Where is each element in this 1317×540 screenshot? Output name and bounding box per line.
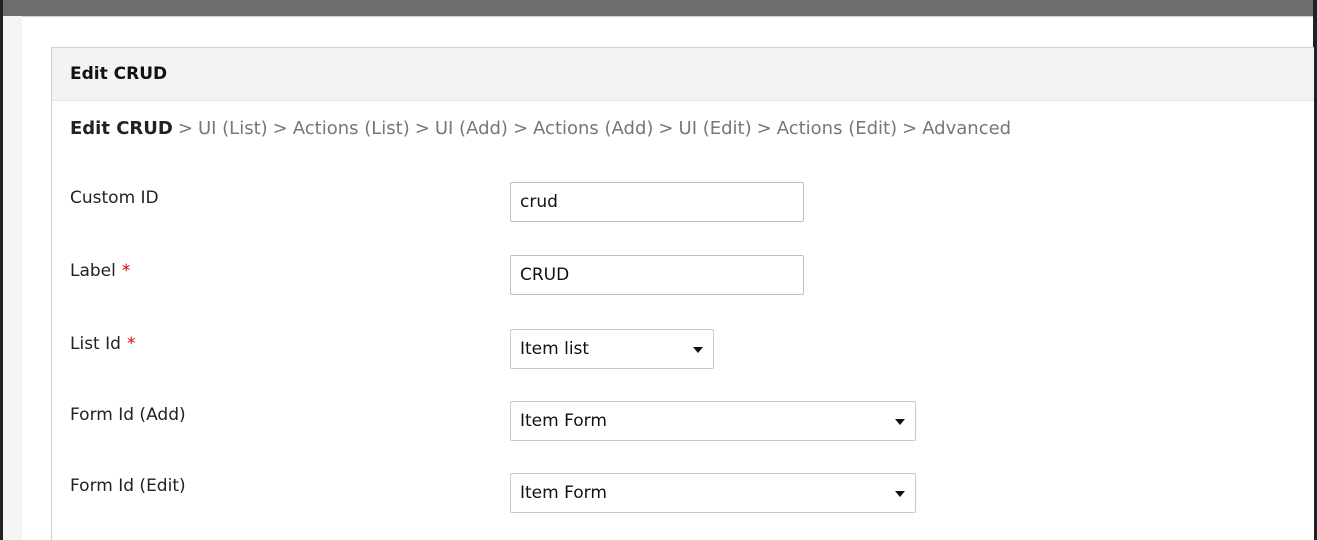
breadcrumb-separator: > <box>272 118 288 139</box>
label-input[interactable] <box>510 255 804 295</box>
breadcrumb-separator: > <box>658 118 674 139</box>
chevron-down-icon <box>895 491 905 497</box>
list-id-label: List Id * <box>70 334 135 354</box>
screen: Edit CRUD Edit CRUD > UI (List) > Actions (L… <box>0 0 1317 540</box>
background-page-edge <box>0 16 22 540</box>
list-id-selected-value: Item list <box>520 339 590 359</box>
form-id-add-select[interactable]: Item Form <box>510 401 916 441</box>
panel-title: Edit CRUD <box>70 64 168 84</box>
breadcrumb-separator: > <box>902 118 918 139</box>
chevron-down-icon <box>693 347 703 353</box>
list-id-label-text: List Id <box>70 334 121 354</box>
breadcrumb-separator: > <box>414 118 430 139</box>
form-id-add-label: Form Id (Add) <box>70 405 186 425</box>
form-id-edit-select[interactable]: Item Form <box>510 473 916 513</box>
breadcrumb-separator: > <box>177 118 193 139</box>
breadcrumb-step-advanced[interactable]: Advanced <box>922 118 1011 139</box>
chevron-down-icon <box>895 419 905 425</box>
breadcrumb-separator: > <box>756 118 772 139</box>
required-marker: * <box>121 261 131 281</box>
label-field-label: Label * <box>70 261 130 281</box>
panel-header: Edit CRUD <box>52 48 1314 101</box>
form-id-edit-selected-value: Item Form <box>520 483 607 503</box>
breadcrumb-step-actions-list[interactable]: Actions (List) <box>293 118 410 139</box>
breadcrumb-step-ui-edit[interactable]: UI (Edit) <box>679 118 752 139</box>
background-border <box>0 0 3 540</box>
background-topbar <box>0 0 1317 16</box>
breadcrumb-step-ui-list[interactable]: UI (List) <box>198 118 268 139</box>
required-marker: * <box>126 334 136 354</box>
label-field-label-text: Label <box>70 261 116 281</box>
breadcrumb-step-actions-add[interactable]: Actions (Add) <box>533 118 653 139</box>
breadcrumb-step-ui-add[interactable]: UI (Add) <box>435 118 508 139</box>
breadcrumb-step-actions-edit[interactable]: Actions (Edit) <box>777 118 897 139</box>
custom-id-label: Custom ID <box>70 188 159 208</box>
form-id-edit-label: Form Id (Edit) <box>70 476 186 496</box>
custom-id-input[interactable] <box>510 182 804 222</box>
edit-crud-dialog: Edit CRUD Edit CRUD > UI (List) > Actions (L… <box>22 16 1314 540</box>
edit-crud-panel: Edit CRUD Edit CRUD > UI (List) > Actions (L… <box>51 47 1314 540</box>
wizard-breadcrumb: Edit CRUD > UI (List) > Actions (List) > UI (A… <box>70 118 1011 139</box>
form-id-add-selected-value: Item Form <box>520 411 607 431</box>
breadcrumb-step-edit-crud: Edit CRUD <box>70 118 173 139</box>
breadcrumb-separator: > <box>512 118 529 139</box>
list-id-select[interactable]: Item list <box>510 329 714 369</box>
